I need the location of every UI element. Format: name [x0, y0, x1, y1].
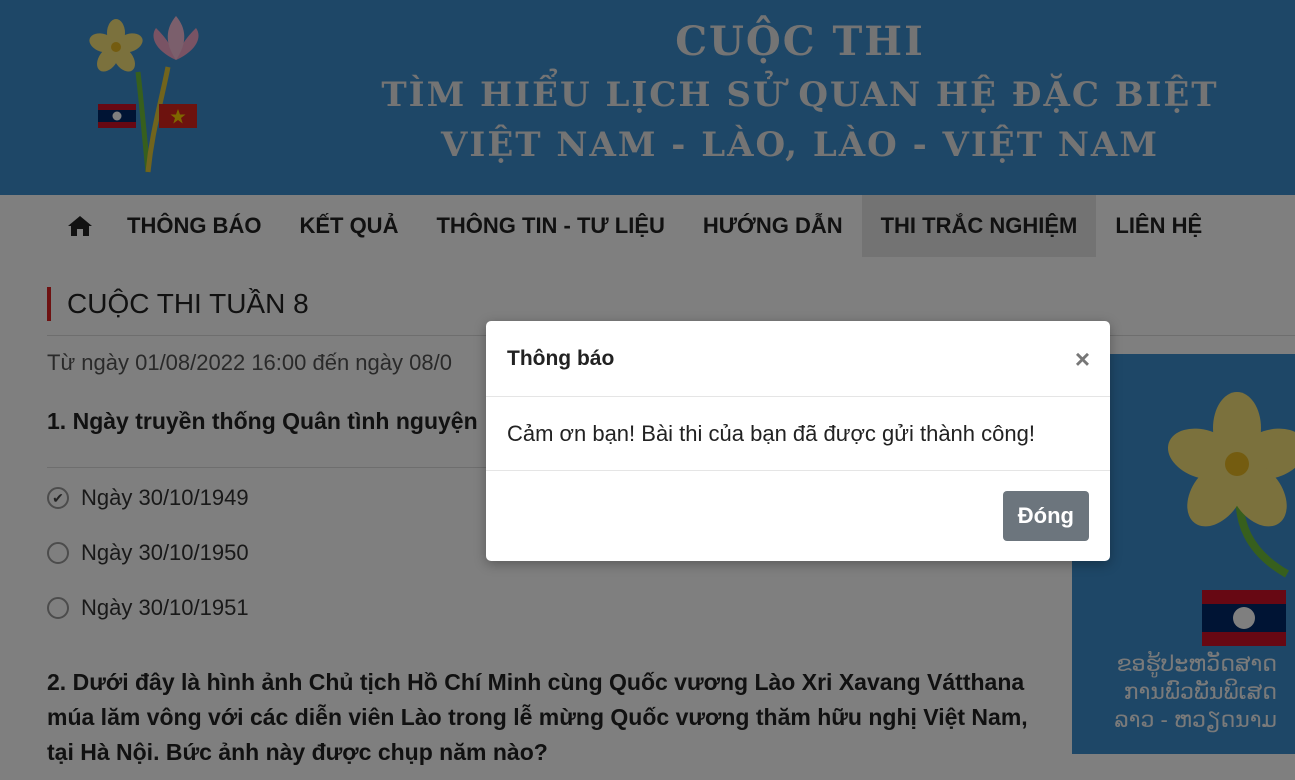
modal-message: Cảm ơn bạn! Bài thi của bạn đã được gửi … [507, 420, 1035, 446]
notification-modal: Thông báo × Cảm ơn bạn! Bài thi của bạn … [486, 321, 1110, 561]
modal-title: Thông báo [507, 346, 615, 370]
close-button[interactable]: Đóng [1002, 490, 1089, 541]
close-icon[interactable]: × [1075, 346, 1090, 372]
modal-body: Cảm ơn bạn! Bài thi của bạn đã được gửi … [486, 397, 1110, 471]
modal-header: Thông báo × [486, 321, 1110, 397]
modal-footer: Đóng [486, 471, 1110, 560]
